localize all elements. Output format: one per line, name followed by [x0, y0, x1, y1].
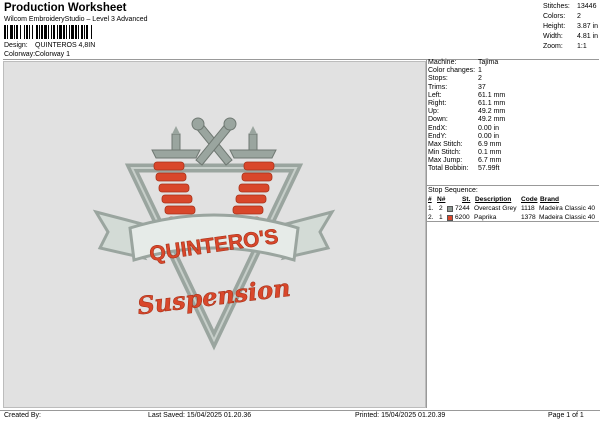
info-row: Up: 49.2 mm	[428, 108, 506, 116]
info-row: Right: 61.1 mm	[428, 99, 506, 107]
software-subtitle: Wilcom EmbroideryStudio – Level 3 Advanc…	[4, 16, 148, 23]
stat-zoom: Zoom: 1:1	[543, 43, 587, 50]
info-row: Left: 61.1 mm	[428, 91, 506, 99]
stats-panel: Stitches: 13446 Colors: 2 Height: 3.87 in W…	[543, 2, 599, 52]
last-saved: Last Saved: 15/04/2025 01.20.36	[148, 412, 252, 419]
design-label: Design:	[4, 42, 28, 49]
created-by: Created By:	[4, 412, 41, 419]
script-text: Suspension	[136, 273, 292, 321]
table-divider	[427, 221, 599, 222]
page-number: Page 1 of 1	[548, 412, 584, 419]
info-row: Color changes: 1	[428, 67, 482, 75]
table-header: # N# St. Description Code Brand	[428, 196, 560, 203]
stat-width: Width: 4.81 in	[543, 33, 599, 40]
footer: Created By: Last Saved: 15/04/2025 01.20…	[0, 411, 600, 424]
info-row: Max Stitch: 6.9 mm	[428, 140, 502, 148]
info-row: Down: 49.2 mm	[428, 116, 506, 124]
stat-colors: Colors: 2	[543, 13, 581, 20]
colorway-label: Colorway:	[4, 51, 36, 58]
info-row: Machine: Tajima	[428, 59, 499, 66]
wrench-icon	[191, 117, 237, 166]
page-title: Production Worksheet	[4, 2, 127, 14]
embroidery-design: QUINTERO'S Suspension	[92, 117, 336, 351]
stat-stitches: Stitches: 13446	[543, 3, 597, 10]
design-preview: QUINTERO'S Suspension	[3, 61, 426, 408]
info-row: EndX: 0.00 in	[428, 124, 500, 132]
info-row: Total Bobbin: 57.99ft	[428, 165, 500, 173]
stop-sequence-label: Stop Sequence:	[428, 187, 478, 194]
printed-date: Printed: 15/04/2025 01.20.39	[355, 412, 446, 419]
table-row: 1. 2 7244 Overcast Grey 1118 Madeira Cla…	[428, 205, 596, 212]
info-row: Trims: 37	[428, 83, 486, 91]
stop-sequence-table: # N# St. Description Code Brand 1. 2 724…	[428, 195, 600, 222]
machine-info-panel: Machine: Tajima Color changes: 1 Stops: 2 T…	[427, 59, 599, 174]
colorway-value: Colorway 1	[35, 51, 71, 58]
info-row: Stops: 2	[428, 75, 482, 83]
info-row: Min Stitch: 0.1 mm	[428, 149, 502, 157]
barcode	[4, 25, 92, 39]
info-divider	[427, 185, 599, 186]
stat-height: Height: 3.87 in	[543, 23, 599, 30]
color-swatch	[447, 205, 453, 212]
color-swatch	[447, 214, 453, 221]
design-value: QUINTEROS 4,8IN	[35, 42, 96, 49]
info-row: EndY: 0.00 in	[428, 132, 500, 140]
info-row: Max Jump: 6.7 mm	[428, 157, 502, 165]
